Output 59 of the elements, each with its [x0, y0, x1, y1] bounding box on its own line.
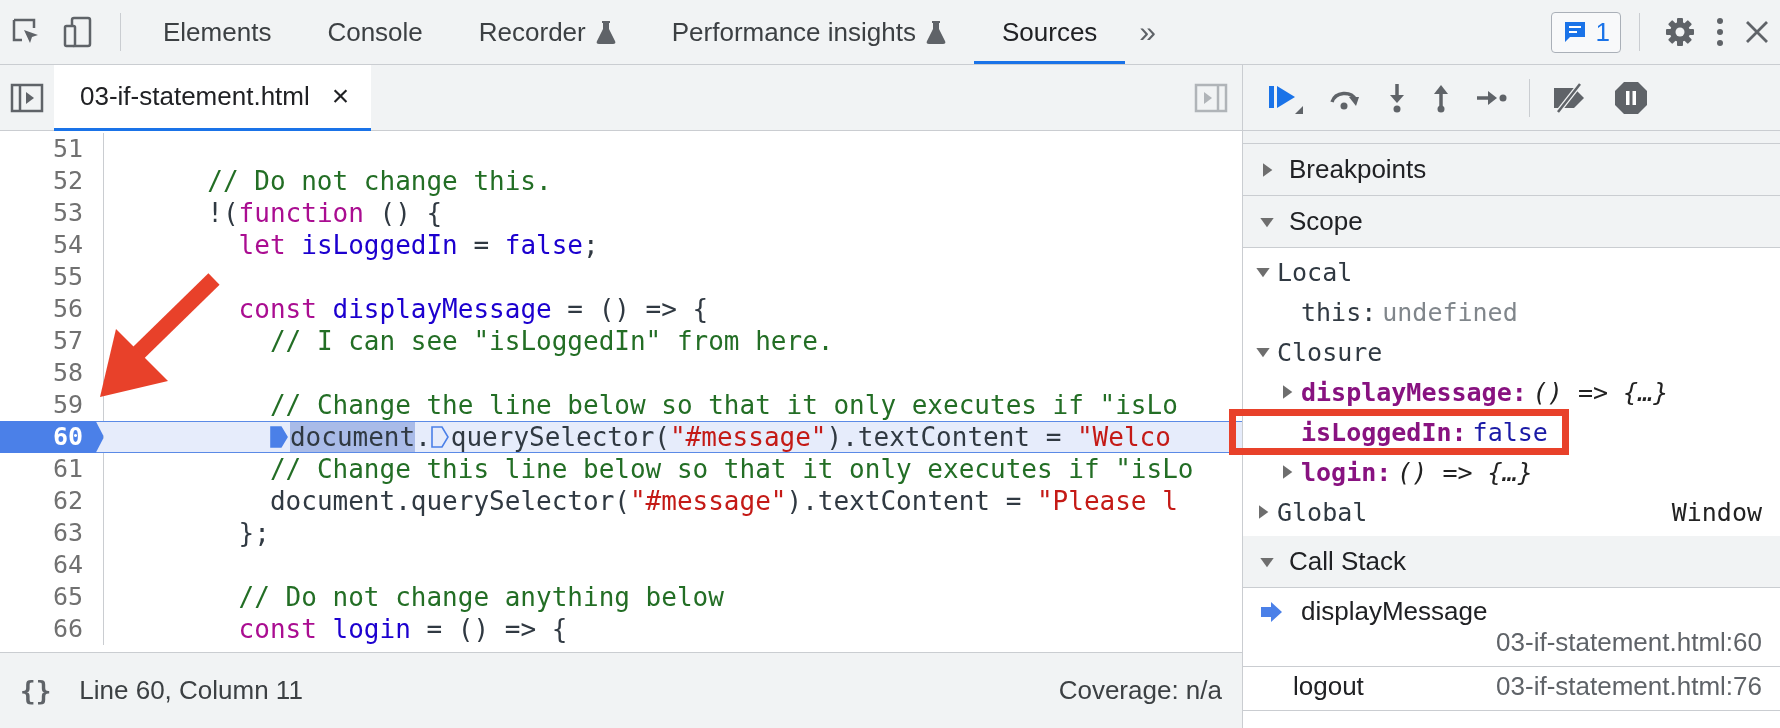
panel-tab[interactable]: Recorder — [450, 0, 644, 64]
line-number[interactable]: 54 — [0, 229, 104, 261]
panel-tab[interactable]: Performance insights — [643, 0, 974, 64]
frame-location: 03-if-statement.html:60 — [1496, 627, 1762, 658]
line-number[interactable]: 52 — [0, 165, 104, 197]
format-button[interactable]: {} — [20, 675, 52, 706]
property-name: login: — [1301, 457, 1392, 487]
line-number[interactable]: 64 — [0, 549, 104, 581]
property-name: this: — [1301, 297, 1377, 327]
panel-tab[interactable]: Elements — [135, 0, 300, 64]
call-frame[interactable]: displayMessage 03-if-statement.html:60 — [1243, 588, 1780, 667]
code-text: const login = () => { — [238, 614, 568, 644]
property-value: () => {…} — [1532, 377, 1669, 407]
line-number[interactable]: 61 — [0, 453, 104, 485]
code-text: !(function () { — [207, 198, 443, 228]
panel-tab[interactable]: Console — [299, 0, 451, 64]
issues-button[interactable]: 1 — [1550, 11, 1621, 53]
frame-location: 03-if-statement.html:76 — [1496, 671, 1762, 702]
code-text: document.querySelector("#message").textContent = "Please l — [269, 486, 1178, 516]
line-number[interactable]: 62 — [0, 485, 104, 517]
code-text: // Change this line below so that it only executes if "isLo — [269, 454, 1194, 484]
code-text: // I can see "isLoggedIn" from here. — [269, 326, 834, 356]
line-number[interactable]: 56 — [0, 293, 104, 325]
code-text: let isLoggedIn = false; — [238, 230, 599, 260]
scope-label[interactable]: Global — [1277, 497, 1368, 527]
line-number[interactable]: 66 — [0, 613, 104, 645]
line-number[interactable]: 60 — [0, 421, 104, 453]
code-text: }; — [238, 518, 270, 548]
property-name: displayMessage: — [1301, 377, 1527, 407]
line-number[interactable]: 55 — [0, 261, 104, 293]
cursor-position: Line 60, Column 11 — [79, 675, 303, 706]
function-name: displayMessage — [1301, 596, 1488, 627]
property-value: false — [1472, 417, 1548, 447]
scope-label[interactable]: Closure — [1277, 337, 1383, 367]
file-tab[interactable]: 03-if-statement.html × — [54, 64, 372, 131]
code-text: querySelector("#message").textContent = "Welco — [450, 422, 1171, 452]
section-title[interactable]: Scope — [1289, 206, 1363, 237]
code-text: // Change the line below so that it only executes if "isLo — [269, 390, 1178, 420]
code-text: const displayMessage = () => { — [238, 294, 709, 324]
line-number[interactable]: 57 — [0, 325, 104, 357]
line-number[interactable]: 51 — [0, 133, 104, 165]
call-frame[interactable]: logout 03-if-statement.html:76 — [1243, 667, 1780, 711]
scope-value: Window — [1671, 497, 1763, 527]
section-title[interactable]: Breakpoints — [1289, 154, 1427, 185]
breakpoint-marker-icon[interactable] — [430, 426, 449, 448]
property-name: isLoggedIn: — [1301, 417, 1467, 447]
section-title[interactable]: Call Stack — [1289, 546, 1407, 577]
property-value: undefined — [1382, 297, 1518, 327]
line-number[interactable]: 63 — [0, 517, 104, 549]
property-value: () => {…} — [1397, 457, 1533, 487]
line-number[interactable]: 65 — [0, 581, 104, 613]
line-number[interactable]: 53 — [0, 197, 104, 229]
code-text: // Do not change anything below — [238, 582, 724, 612]
code-text: // Do not change this. — [207, 166, 552, 196]
current-frame-icon — [1259, 600, 1283, 623]
more-tabs-button[interactable]: » — [1125, 15, 1171, 49]
coverage-status: Coverage: n/a — [1058, 675, 1222, 706]
function-name: logout — [1293, 671, 1364, 702]
scope-label[interactable]: Local — [1277, 257, 1353, 287]
